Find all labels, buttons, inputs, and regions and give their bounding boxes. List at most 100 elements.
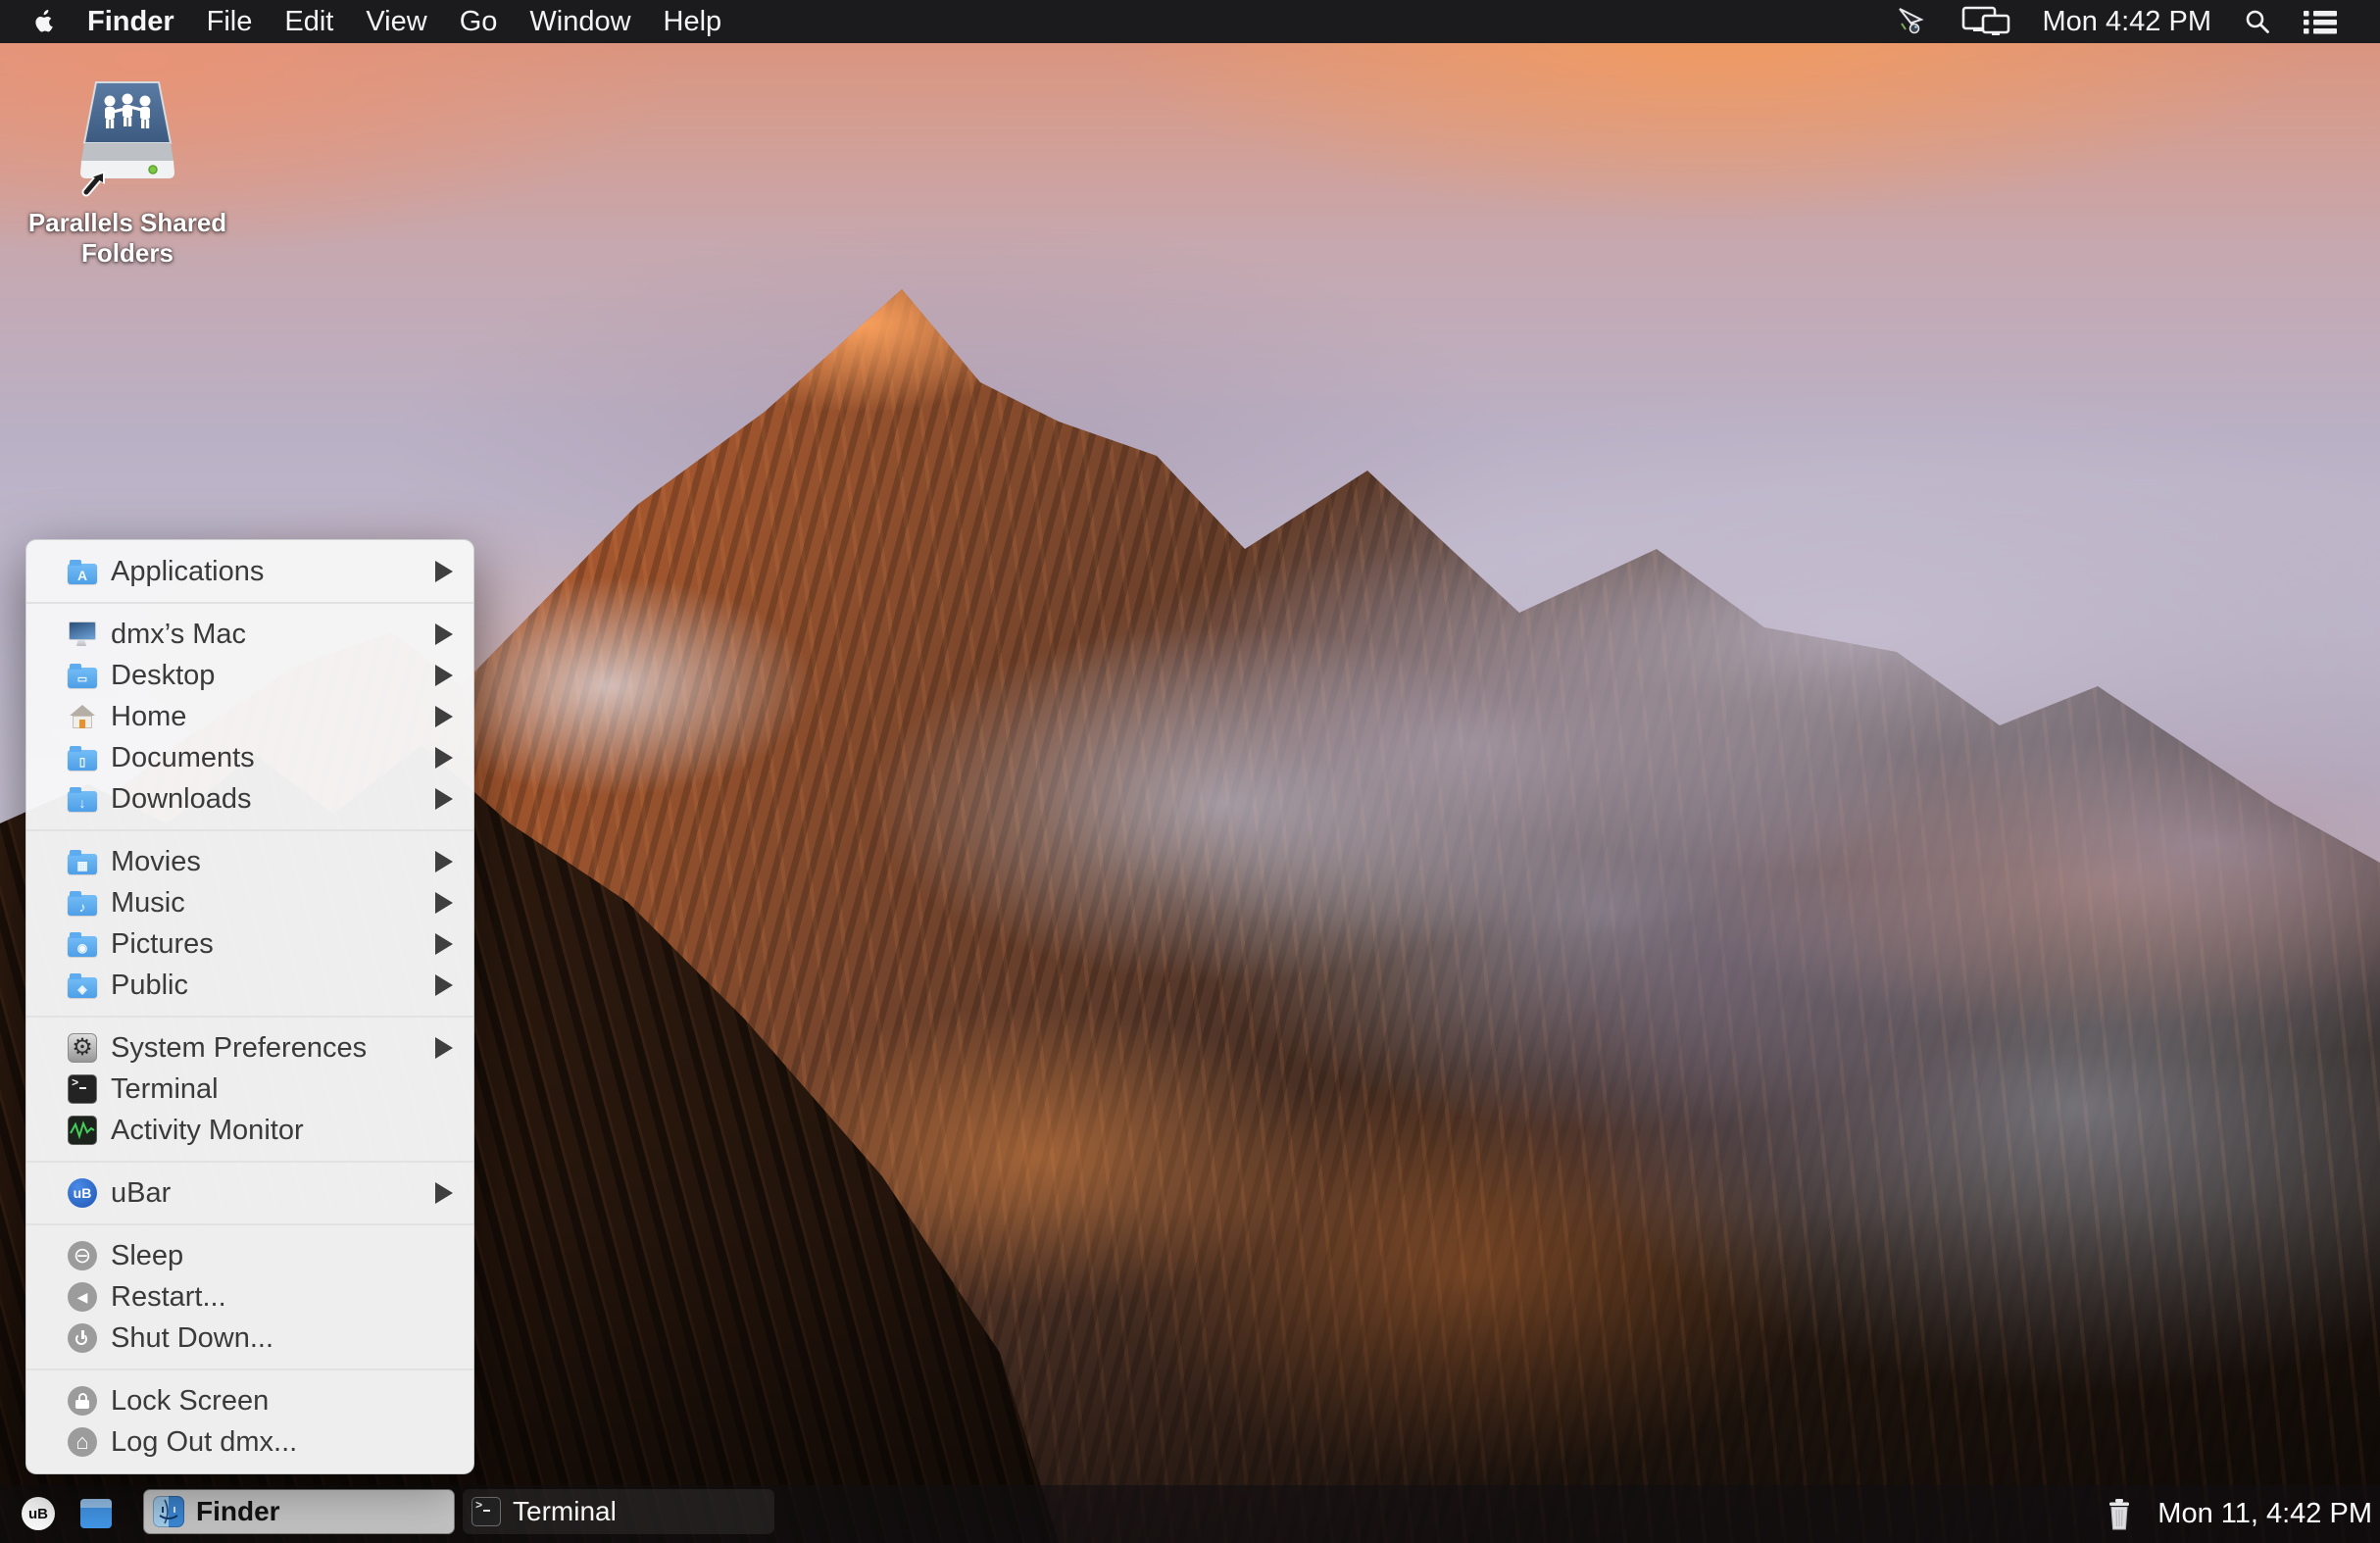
spotlight-search-icon[interactable] (2244, 8, 2271, 35)
system-preferences-gear-icon: ⚙ (68, 1033, 97, 1063)
submenu-arrow-icon (435, 1182, 453, 1204)
menu-item-dmxs-mac[interactable]: dmx’s Mac (26, 614, 473, 655)
menu-item-restart[interactable]: ◀ Restart... (26, 1276, 473, 1318)
menu-separator (26, 602, 473, 604)
menu-item-label: Documents (111, 742, 255, 774)
menu-item-pictures[interactable]: ◉ Pictures (26, 923, 473, 965)
displays-icon[interactable] (1961, 6, 2010, 37)
taskbar-clock[interactable]: Mon 11, 4:42 PM (2157, 1498, 2372, 1530)
menu-separator (26, 1016, 473, 1018)
home-icon (68, 702, 97, 731)
menu-item-movies[interactable]: ▦ Movies (26, 841, 473, 882)
lock-icon (68, 1386, 97, 1416)
documents-folder-icon: ▯ (68, 743, 97, 772)
menu-item-downloads[interactable]: ↓ Downloads (26, 778, 473, 820)
menu-item-label: Restart... (111, 1281, 226, 1314)
submenu-arrow-icon (435, 1037, 453, 1059)
notification-center-icon[interactable] (2304, 8, 2337, 35)
ubar-app-icon: uB (68, 1178, 97, 1208)
menu-item-home[interactable]: Home (26, 696, 473, 737)
menu-item-label: Home (111, 701, 186, 733)
task-terminal[interactable]: > Terminal (463, 1489, 774, 1534)
menu-item-label: Activity Monitor (111, 1115, 304, 1147)
downloads-folder-icon: ↓ (68, 784, 97, 814)
submenu-arrow-icon (435, 747, 453, 769)
menu-separator (26, 829, 473, 831)
menu-separator (26, 1223, 473, 1225)
menu-separator (26, 1369, 473, 1370)
menu-item-music[interactable]: ♪ Music (26, 882, 473, 923)
menu-item-log-out[interactable]: ⌂ Log Out dmx... (26, 1421, 473, 1463)
menu-item-applications[interactable]: A Applications (26, 551, 473, 592)
pictures-folder-icon: ◉ (68, 929, 97, 959)
ubar-taskbar: uB Finder > Terminal (0, 1485, 2380, 1543)
menu-item-file[interactable]: File (207, 6, 253, 38)
menu-item-documents[interactable]: ▯ Documents (26, 737, 473, 778)
menu-item-finder[interactable]: Finder (87, 6, 174, 38)
desktop-icon-parallels-shared-folders[interactable]: Parallels Shared Folders (24, 76, 231, 269)
activity-monitor-icon (68, 1116, 97, 1145)
desktop-icon-label: Parallels Shared Folders (24, 208, 231, 269)
submenu-arrow-icon (435, 933, 453, 955)
terminal-icon: > (471, 1497, 501, 1526)
menu-item-public[interactable]: ◈ Public (26, 965, 473, 1006)
menu-bar-clock[interactable]: Mon 4:42 PM (2043, 6, 2211, 38)
menu-item-lock-screen[interactable]: Lock Screen (26, 1380, 473, 1421)
menu-item-help[interactable]: Help (664, 6, 722, 38)
menu-item-label: dmx’s Mac (111, 619, 246, 651)
shut-down-icon (68, 1323, 97, 1353)
desktop-folder-icon: ▭ (68, 661, 97, 690)
menu-item-label: Applications (111, 556, 264, 588)
macos-desktop: Finder File Edit View Go Window Help (0, 0, 2380, 1543)
desktop-window-icon-button[interactable] (80, 1499, 112, 1528)
menu-item-label: uBar (111, 1177, 171, 1210)
submenu-arrow-icon (435, 788, 453, 810)
menu-item-label: Public (111, 970, 188, 1002)
menu-item-label: Lock Screen (111, 1385, 269, 1418)
trash-icon[interactable] (2107, 1498, 2132, 1531)
menu-item-label: Desktop (111, 660, 215, 692)
submenu-arrow-icon (435, 851, 453, 872)
menu-bar: Finder File Edit View Go Window Help (0, 0, 2380, 43)
menu-item-label: Shut Down... (111, 1322, 273, 1355)
ubar-menu-button[interactable]: uB (22, 1497, 55, 1530)
taskbar-status-area: Mon 11, 4:42 PM (2107, 1485, 2372, 1543)
submenu-arrow-icon (435, 561, 453, 582)
apple-menu[interactable] (32, 8, 56, 35)
music-folder-icon: ♪ (68, 888, 97, 918)
movies-folder-icon: ▦ (68, 847, 97, 876)
menu-bar-left: Finder File Edit View Go Window Help (0, 6, 754, 38)
menu-item-shut-down[interactable]: Shut Down... (26, 1318, 473, 1359)
menu-separator (26, 1161, 473, 1163)
menu-item-view[interactable]: View (366, 6, 426, 38)
submenu-arrow-icon (435, 706, 453, 727)
menu-item-label: Downloads (111, 783, 251, 816)
finder-icon (153, 1496, 184, 1527)
applications-folder-icon: A (68, 557, 97, 586)
menu-item-sleep[interactable]: ⊖ Sleep (26, 1235, 473, 1276)
parallels-mouse-icon[interactable] (1894, 6, 1929, 37)
menu-item-desktop[interactable]: ▭ Desktop (26, 655, 473, 696)
submenu-arrow-icon (435, 974, 453, 996)
submenu-arrow-icon (435, 623, 453, 645)
menu-item-ubar[interactable]: uB uBar (26, 1172, 473, 1214)
menu-item-activity-monitor[interactable]: Activity Monitor (26, 1110, 473, 1151)
ubar-app-menu: A Applications dmx’s Mac ▭ Desktop Home … (25, 539, 474, 1474)
menu-item-window[interactable]: Window (529, 6, 630, 38)
task-label: Terminal (513, 1496, 617, 1527)
task-label: Finder (196, 1496, 280, 1527)
task-finder[interactable]: Finder (143, 1489, 455, 1534)
sleep-icon: ⊖ (68, 1241, 97, 1270)
menu-item-label: Pictures (111, 928, 214, 961)
menu-item-label: Movies (111, 846, 201, 878)
menu-item-edit[interactable]: Edit (284, 6, 333, 38)
terminal-icon: > (68, 1074, 97, 1104)
menu-item-label: System Preferences (111, 1032, 367, 1065)
public-folder-icon: ◈ (68, 971, 97, 1000)
menu-item-system-preferences[interactable]: ⚙ System Preferences (26, 1027, 473, 1069)
network-drive-icon (74, 76, 180, 198)
menu-item-terminal[interactable]: > Terminal (26, 1069, 473, 1110)
menu-item-go[interactable]: Go (460, 6, 498, 38)
menu-item-label: Log Out dmx... (111, 1426, 297, 1459)
submenu-arrow-icon (435, 892, 453, 914)
